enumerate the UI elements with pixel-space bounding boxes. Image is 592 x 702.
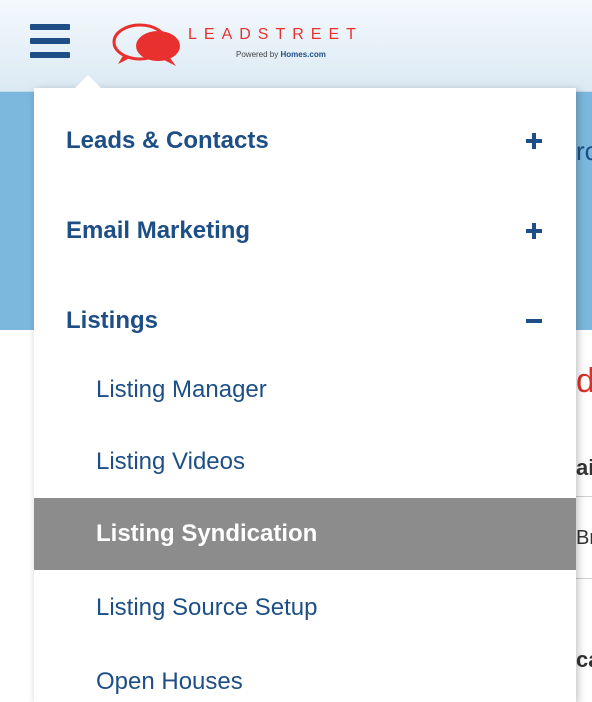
nav-item-label: Listing Source Setup — [96, 594, 318, 621]
divider — [576, 578, 592, 579]
powered-prefix: Powered by — [236, 50, 279, 59]
hamburger-bar — [30, 24, 70, 30]
menu-caret — [74, 75, 102, 89]
hamburger-menu-icon[interactable] — [26, 24, 74, 64]
nav-item-label: Listing Manager — [96, 376, 267, 403]
nav-section-leads-contacts[interactable]: Leads & Contacts — [34, 96, 576, 186]
background-text: ca — [576, 647, 592, 672]
nav-section-label: Email Marketing — [66, 217, 251, 244]
divider — [576, 496, 592, 497]
background-text: rc — [576, 136, 592, 166]
background-text: ai — [576, 455, 592, 480]
powered-by-text: Powered by Homes.com — [236, 50, 326, 59]
speech-bubbles-logo-icon — [112, 23, 180, 66]
nav-item-listing-source-setup[interactable]: Listing Source Setup — [34, 572, 576, 644]
nav-item-label: Open Houses — [96, 668, 243, 695]
nav-item-open-houses[interactable]: Open Houses — [34, 646, 576, 702]
main-nav-menu: Leads & Contacts Email Marketing Listing… — [34, 75, 576, 702]
background-text: Br — [576, 527, 592, 549]
expand-plus-icon[interactable] — [526, 133, 542, 149]
nav-item-listing-videos[interactable]: Listing Videos — [34, 426, 576, 498]
brand-wordmark: LEADSTREET — [188, 26, 363, 43]
powered-brand: Homes.com — [280, 50, 326, 59]
nav-item-label: Listing Syndication — [96, 520, 318, 547]
nav-section-listings[interactable]: Listings — [34, 276, 576, 366]
background-heading: de — [576, 362, 592, 400]
expand-plus-icon[interactable] — [526, 223, 542, 239]
hamburger-bar — [30, 38, 70, 44]
leadstreet-logo[interactable]: LEADSTREET Powered by Homes.com — [110, 20, 390, 70]
nav-section-label: Listings — [66, 307, 159, 334]
nav-section-email-marketing[interactable]: Email Marketing — [34, 186, 576, 276]
nav-item-label: Listing Videos — [96, 448, 245, 475]
nav-item-listing-manager[interactable]: Listing Manager — [34, 354, 576, 426]
hamburger-bar — [30, 52, 70, 58]
collapse-minus-icon[interactable] — [526, 313, 542, 329]
nav-item-listing-syndication[interactable]: Listing Syndication — [34, 498, 576, 570]
nav-section-label: Leads & Contacts — [66, 127, 269, 154]
